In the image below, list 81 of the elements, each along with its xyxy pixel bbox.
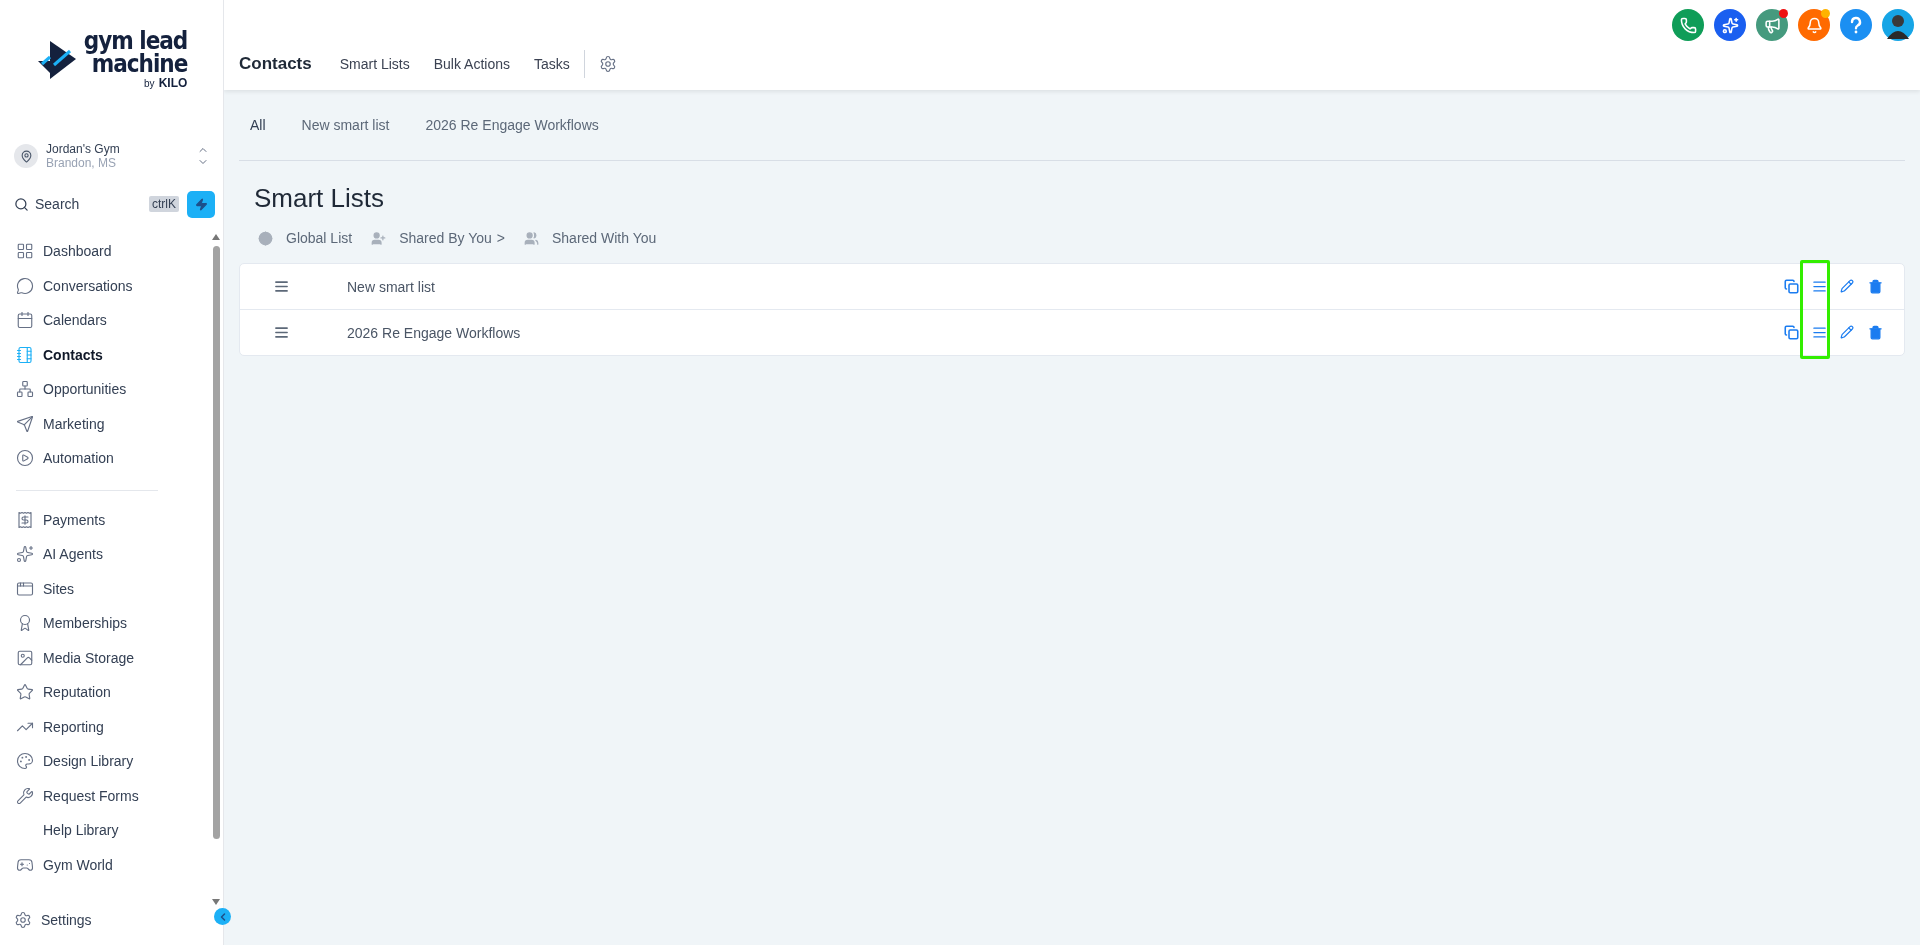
sidebar-item[interactable]: Contacts: [0, 337, 180, 372]
sidebar-item[interactable]: Request Forms: [0, 778, 180, 813]
lightning-icon: [194, 197, 208, 211]
drag-handle-icon[interactable]: [274, 325, 289, 340]
chat-bubble-icon: [16, 276, 34, 295]
sidebar-item[interactable]: Media Storage: [0, 640, 180, 675]
avatar-button[interactable]: [1882, 9, 1914, 41]
sidebar-item[interactable]: Calendars: [0, 303, 180, 338]
sidebar-item[interactable]: Help Library: [0, 813, 180, 848]
network-icon: [16, 380, 34, 399]
sidebar-item[interactable]: Memberships: [0, 606, 180, 641]
sidebar-item[interactable]: Design Library: [0, 744, 180, 779]
phone-icon: [1679, 16, 1697, 34]
location-name: Jordan's Gym: [46, 142, 121, 156]
sparkles-icon: [1721, 16, 1739, 34]
logo-text: gym lead: [83, 30, 188, 53]
collapse-button[interactable]: [214, 908, 231, 925]
toolbar-button[interactable]: [1672, 9, 1704, 41]
browser-window-icon: [16, 579, 34, 598]
megaphone-icon: [1763, 16, 1781, 34]
list-name[interactable]: New smart list: [347, 278, 1777, 295]
toolbar-button[interactable]: [1840, 9, 1872, 41]
settings-icon: [598, 55, 617, 73]
toolbar-button[interactable]: [1798, 9, 1830, 41]
calendar-icon: [16, 311, 34, 330]
bell-icon: [1805, 16, 1823, 34]
sidebar-item[interactable]: Reputation: [0, 675, 180, 710]
sidebar-item[interactable]: Opportunities: [0, 372, 180, 407]
drag-handle-icon[interactable]: [274, 279, 289, 294]
brand-text: KILO: [158, 76, 188, 90]
sparkles-icon: [16, 545, 34, 564]
settings-icon: [14, 911, 32, 929]
help-icon: [1849, 16, 1863, 34]
search-label[interactable]: Search: [35, 196, 149, 212]
location-icon: [14, 144, 38, 168]
settings-button[interactable]: [598, 55, 617, 73]
sidebar-item[interactable]: Automation: [0, 441, 180, 476]
location-place: Brandon, MS: [46, 156, 118, 170]
sidebar-item[interactable]: AI Agents: [0, 537, 180, 572]
header-tab[interactable]: Tasks: [534, 56, 570, 72]
filter-link[interactable]: Global List: [258, 230, 353, 246]
paper-plane-icon: [16, 414, 34, 433]
logo-text: machine: [91, 53, 188, 76]
sidebar-item[interactable]: Gym World: [0, 847, 180, 882]
list-tab[interactable]: New smart list: [301, 117, 390, 133]
header-tab[interactable]: Bulk Actions: [433, 56, 510, 72]
page-title: Smart Lists: [254, 183, 386, 214]
wrench-icon: [16, 786, 34, 805]
sidebar-item[interactable]: Sites: [0, 571, 180, 606]
sidebar-item[interactable]: Conversations: [0, 268, 180, 303]
palette-icon: [16, 752, 34, 771]
filter-link[interactable]: Shared By You >: [371, 230, 505, 246]
header-tab[interactable]: Smart Lists: [339, 56, 410, 72]
list-tab[interactable]: 2026 Re Engage Workflows: [425, 117, 599, 133]
users-icon: [524, 230, 539, 246]
sidebar-item[interactable]: Marketing: [0, 406, 180, 441]
list-tab[interactable]: All: [250, 117, 266, 133]
toolbar-button[interactable]: [1714, 9, 1746, 41]
filter-link[interactable]: Shared With You: [524, 230, 657, 246]
grid-icon: [16, 242, 34, 261]
sidebar-item[interactable]: Dashboard: [0, 234, 180, 269]
notebook-icon: [16, 345, 34, 364]
receipt-icon: [16, 510, 34, 529]
shortcut-hint: ctrlK: [149, 196, 179, 212]
user-plus-icon: [371, 230, 387, 246]
logo-by-text: by: [144, 78, 155, 89]
search-icon: [14, 196, 29, 212]
image-icon: [16, 648, 34, 667]
header-tab[interactable]: Contacts: [239, 54, 312, 74]
sidebar-item[interactable]: Settings: [0, 905, 100, 935]
sidebar-item[interactable]: Payments: [0, 502, 180, 537]
star-icon: [16, 683, 34, 702]
scroll-down-icon[interactable]: [212, 899, 220, 905]
scroll-up-icon[interactable]: [212, 234, 220, 240]
chevron-text: >: [496, 230, 505, 246]
list-name[interactable]: 2026 Re Engage Workflows: [347, 324, 1777, 341]
scrollbar[interactable]: [211, 234, 221, 905]
toolbar-button[interactable]: [1756, 9, 1788, 41]
play-circle-icon: [16, 449, 34, 468]
sidebar-item[interactable]: Reporting: [0, 709, 180, 744]
quick-action-button[interactable]: [187, 190, 215, 218]
